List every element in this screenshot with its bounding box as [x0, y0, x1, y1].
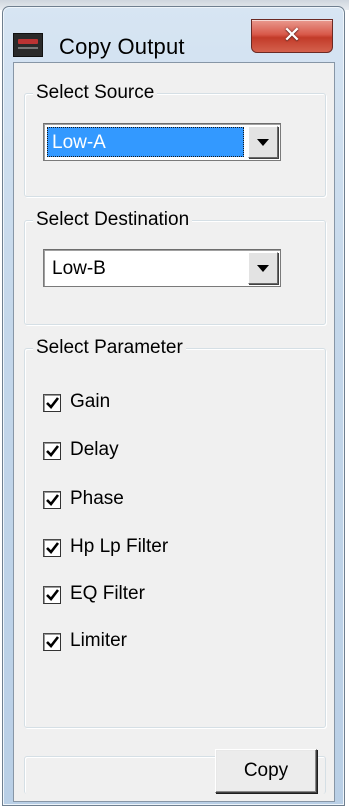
- app-icon: [13, 33, 43, 57]
- select-destination-legend: Select Destination: [33, 209, 193, 231]
- checkbox-label: Gain: [70, 391, 111, 412]
- select-source-group: Select Source Low-A: [24, 82, 326, 197]
- checkbox-label: Phase: [70, 488, 124, 509]
- checkmark-icon: [46, 542, 60, 554]
- checkmark-icon: [46, 445, 60, 457]
- destination-combobox-value: Low-B: [52, 258, 106, 279]
- checkbox-box[interactable]: [43, 586, 61, 604]
- checkbox-box[interactable]: [43, 442, 61, 460]
- chevron-down-icon: [257, 265, 269, 272]
- close-icon: ✕: [282, 22, 302, 47]
- source-dropdown-button[interactable]: [248, 126, 278, 158]
- checkbox-box[interactable]: [43, 394, 61, 412]
- checkbox-label: Delay: [70, 439, 119, 460]
- checkbox-label: EQ Filter: [70, 583, 145, 604]
- select-parameter-legend: Select Parameter: [33, 337, 186, 359]
- checkbox-box[interactable]: [43, 491, 61, 509]
- action-group: Copy: [24, 749, 326, 794]
- copy-button[interactable]: Copy: [215, 749, 317, 793]
- select-destination-group: Select Destination Low-B: [24, 209, 326, 325]
- source-combobox-value: Low-A: [47, 127, 244, 157]
- select-source-legend: Select Source: [33, 82, 158, 104]
- checkbox-box[interactable]: [43, 539, 61, 557]
- close-button[interactable]: ✕: [251, 19, 333, 53]
- checkmark-icon: [46, 397, 60, 409]
- destination-combobox[interactable]: Low-B: [43, 249, 281, 287]
- dialog-client-area: Select Source Low-A Select Destination L…: [13, 62, 335, 802]
- checkbox-label: Limiter: [70, 630, 128, 651]
- checkmark-icon: [46, 494, 60, 506]
- window-title: Copy Output: [59, 34, 185, 59]
- checkbox-label: Hp Lp Filter: [70, 536, 169, 557]
- destination-dropdown-button[interactable]: [248, 252, 278, 284]
- copy-output-dialog: Copy Output ✕ Select Source Low-A Select…: [2, 6, 345, 806]
- chevron-down-icon: [257, 139, 269, 146]
- checkmark-icon: [46, 636, 60, 648]
- checkbox-box[interactable]: [43, 633, 61, 651]
- source-combobox[interactable]: Low-A: [43, 123, 281, 161]
- select-parameter-group: Select Parameter Gain Delay Phase Hp Lp …: [24, 337, 326, 728]
- checkmark-icon: [46, 589, 60, 601]
